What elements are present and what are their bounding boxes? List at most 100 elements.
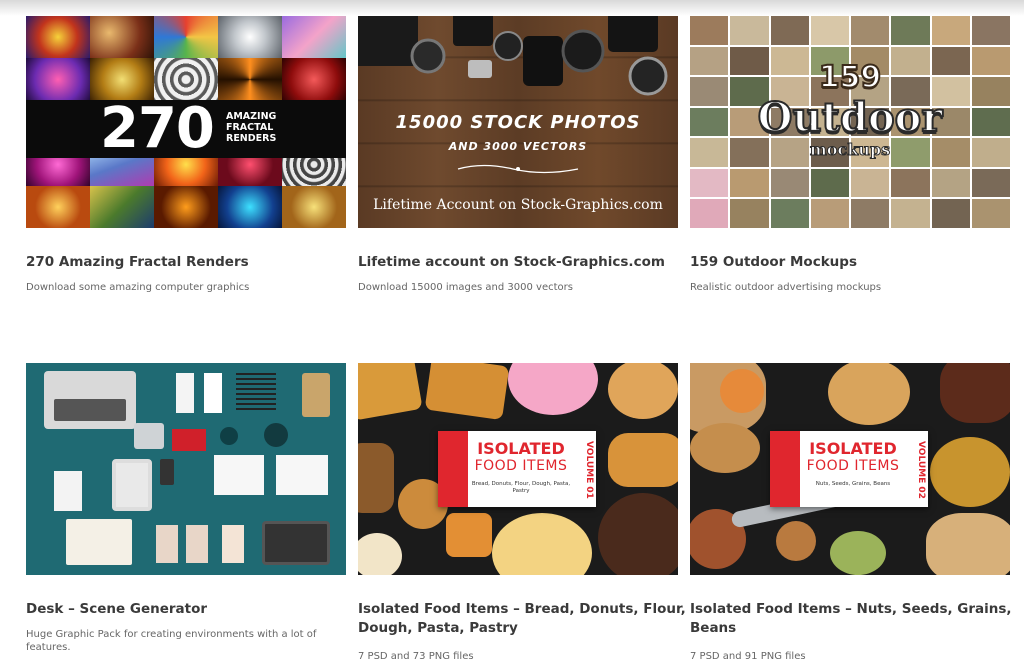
stock-graphics-thumbnail[interactable]: 15000 STOCK PHOTOS AND 3000 VECTORS Life…	[358, 16, 678, 228]
walnut-bowl-illustration	[828, 363, 910, 425]
photo-tile	[891, 16, 930, 45]
card-description: 7 PSD and 73 PNG files	[358, 651, 474, 662]
photo-tile	[851, 199, 890, 228]
fractal-tile	[90, 185, 154, 228]
food-vol1-label: ISOLATED FOOD ITEMS Bread, Donuts, Flour…	[438, 431, 596, 507]
keyboard-illustration	[54, 399, 126, 421]
fractal-tile	[282, 185, 346, 228]
card-title[interactable]: Isolated Food Items – Bread, Donuts, Flo…	[358, 600, 688, 638]
chestnut-illustration	[940, 363, 1010, 423]
photo-tile	[931, 199, 970, 228]
label-small-text: Bread, Donuts, Flour, Dough, Pasta, Past…	[471, 481, 571, 494]
label-volume: VOLUME 01	[584, 441, 594, 499]
outdoor-mockups-thumbnail[interactable]: 159 Outdoor mockups	[690, 16, 1010, 228]
fractal-tile	[154, 16, 218, 59]
fractal-tile	[26, 16, 90, 59]
walnut-illustration	[690, 423, 760, 473]
bread-illustration	[358, 443, 394, 513]
photo-tile	[851, 16, 890, 45]
photo-tile	[891, 168, 930, 198]
fractal-tile	[90, 16, 154, 59]
stock-lifetime-caption: Lifetime Account on Stock-Graphics.com	[373, 197, 663, 213]
device-illustration	[134, 423, 164, 449]
pastry-illustration	[424, 363, 510, 421]
flourish-divider	[457, 164, 579, 174]
label-subtitle: FOOD ITEMS	[806, 458, 900, 474]
product-card-isolated-food-vol2: ISOLATED FOOD ITEMS Nuts, Seeds, Grains,…	[690, 363, 1012, 672]
card-illustration	[222, 525, 244, 563]
hazelnut-illustration	[776, 521, 816, 561]
label-accent	[770, 431, 800, 507]
blueprint-illustration	[276, 455, 328, 495]
product-card-outdoor-mockups: 159 Outdoor mockups 159 Outdoor Mockups …	[690, 16, 1010, 316]
photo-tile	[971, 199, 1010, 228]
donut-illustration	[508, 363, 598, 415]
pastry-illustration	[358, 363, 423, 421]
label-subtitle: FOOD ITEMS	[474, 458, 568, 474]
photo-tile	[931, 16, 970, 45]
tablet-illustration	[112, 459, 152, 511]
food-vol2-label: ISOLATED FOOD ITEMS Nuts, Seeds, Grains,…	[770, 431, 928, 507]
fractal-renders-thumbnail[interactable]: 270 AMAZING FRACTAL RENDERS	[26, 16, 346, 228]
fractal-tile	[218, 16, 282, 59]
blueprint-illustration	[214, 455, 264, 495]
lentils-illustration	[720, 369, 764, 413]
photo-tile	[730, 199, 769, 228]
card-title[interactable]: 270 Amazing Fractal Renders	[26, 253, 356, 272]
isolated-food-vol1-thumbnail[interactable]: ISOLATED FOOD ITEMS Bread, Donuts, Flour…	[358, 363, 678, 575]
photo-tile	[971, 16, 1010, 45]
chocolate-donut-illustration	[598, 493, 678, 575]
photo-tile	[690, 168, 729, 198]
outdoor-word-text: Outdoor	[757, 93, 944, 142]
fractal-tile	[218, 185, 282, 228]
isolated-food-vol2-thumbnail[interactable]: ISOLATED FOOD ITEMS Nuts, Seeds, Grains,…	[690, 363, 1010, 575]
photo-tile	[891, 199, 930, 228]
photo-tile	[810, 168, 849, 198]
pencils-illustration	[236, 373, 276, 413]
pasta-bowl-illustration	[492, 513, 592, 575]
desk-scene-thumbnail[interactable]	[26, 363, 346, 575]
label-accent	[438, 431, 468, 507]
card-title[interactable]: 159 Outdoor Mockups	[690, 253, 1020, 272]
product-grid: 270 AMAZING FRACTAL RENDERS 270 Amazing …	[0, 0, 1024, 672]
label-volume: VOLUME 02	[916, 441, 926, 499]
beans-bowl-illustration	[930, 437, 1010, 507]
fractal-tile	[26, 58, 90, 101]
open-book-illustration	[66, 519, 132, 565]
fractal-tile	[154, 185, 218, 228]
egg-illustration	[358, 533, 402, 575]
camera-gear-illustration	[358, 16, 668, 96]
drawing-tablet-illustration	[262, 521, 330, 565]
card-title[interactable]: Lifetime account on Stock-Graphics.com	[358, 253, 688, 272]
card-title[interactable]: Desk – Scene Generator	[26, 600, 356, 619]
card-illustration	[186, 525, 208, 563]
fractal-tile	[282, 16, 346, 59]
card-description: 7 PSD and 91 PNG files	[690, 651, 806, 662]
label-small-text: Nuts, Seeds, Grains, Beans	[815, 481, 891, 487]
photo-tile	[770, 168, 809, 198]
card-description: Realistic outdoor advertising mockups	[690, 282, 882, 293]
pasta-illustration	[446, 513, 492, 557]
product-card-fractal-renders: 270 AMAZING FRACTAL RENDERS 270 Amazing …	[26, 16, 346, 316]
photo-tile	[770, 16, 809, 45]
card-description: Download some amazing computer graphics	[26, 282, 250, 293]
paper-illustration	[204, 373, 222, 413]
card-description: Huge Graphic Pack for creating environme…	[26, 629, 317, 653]
product-card-isolated-food-vol1: ISOLATED FOOD ITEMS Bread, Donuts, Flour…	[358, 363, 686, 672]
card-title[interactable]: Isolated Food Items – Nuts, Seeds, Grain…	[690, 600, 1020, 638]
bread-roll-illustration	[608, 363, 678, 419]
photo-tile	[730, 16, 769, 45]
stamp-illustration	[220, 427, 238, 445]
photo-tile	[770, 199, 809, 228]
photo-tile	[931, 168, 970, 198]
lamp-illustration	[264, 423, 288, 447]
photo-tile	[971, 168, 1010, 198]
photo-tile	[810, 199, 849, 228]
fractal-subtitle-text: AMAZING FRACTAL RENDERS	[226, 111, 277, 144]
photo-tile	[690, 16, 729, 45]
product-card-desk-scene-generator: Desk – Scene Generator Huge Graphic Pack…	[26, 363, 346, 672]
card-illustration	[156, 525, 178, 563]
stock-subheadline: AND 3000 VECTORS	[448, 140, 588, 153]
photo-tile	[730, 168, 769, 198]
fractal-tile	[90, 58, 154, 101]
